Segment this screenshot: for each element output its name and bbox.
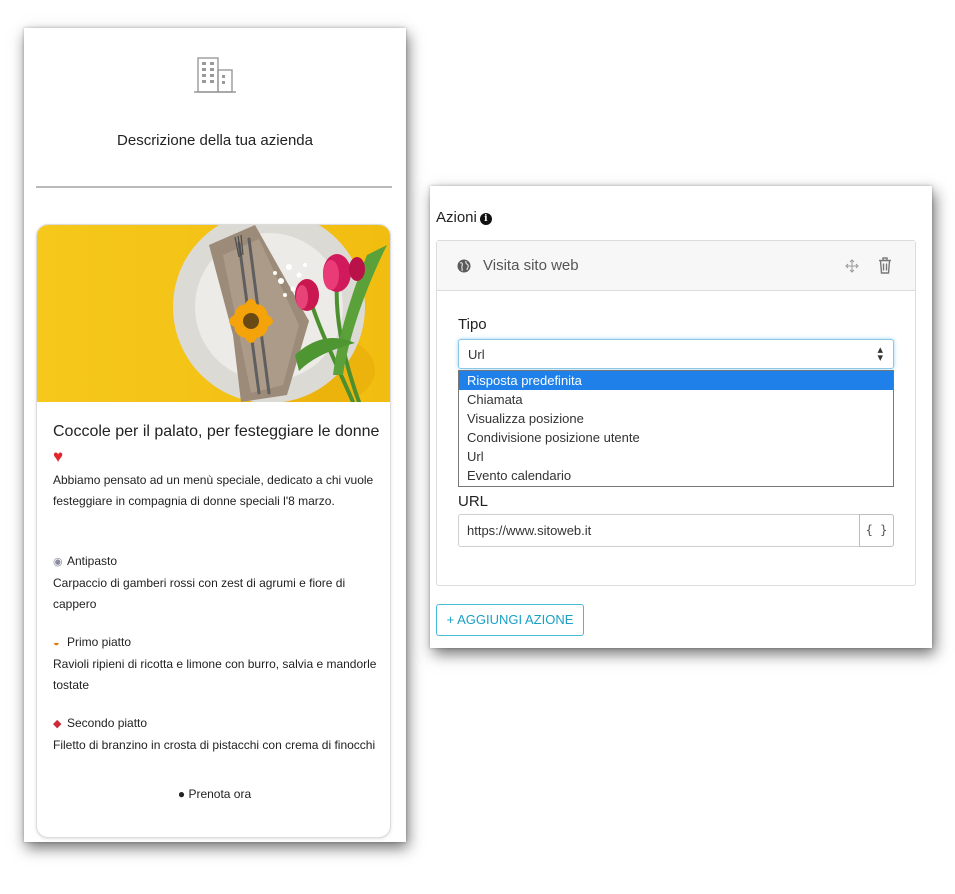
action-header[interactable]: Visita sito web bbox=[437, 241, 915, 291]
card-intro: Abbiamo pensato ad un menù speciale, ded… bbox=[53, 473, 374, 508]
course-antipasto: ◉ Antipasto Carpaccio di gamberi rossi co… bbox=[53, 551, 383, 615]
globe-icon: ● bbox=[177, 787, 186, 801]
book-now-label: Prenota ora bbox=[188, 787, 252, 801]
card-title: Coccole per il palato, per festeggiare l… bbox=[53, 419, 383, 470]
course-description: Filetto di branzino in crosta di pistacc… bbox=[53, 738, 376, 752]
url-label: URL bbox=[458, 493, 489, 510]
select-caret-icon: ▴ ▾ bbox=[877, 344, 883, 364]
variable-button[interactable]: { } bbox=[859, 514, 894, 547]
rich-card: Coccole per il palato, per festeggiare l… bbox=[36, 224, 391, 838]
course-primo: ◒ Primo piatto Ravioli ripieni di ricotta… bbox=[53, 632, 383, 696]
course-name: Antipasto bbox=[67, 554, 118, 568]
option-risposta-predefinita[interactable]: Risposta predefinita bbox=[459, 371, 893, 390]
type-select[interactable]: Url ▴ ▾ bbox=[458, 339, 894, 369]
building-icon bbox=[194, 57, 236, 93]
trash-icon[interactable] bbox=[878, 257, 892, 274]
add-action-button[interactable]: + AGGIUNGI AZIONE bbox=[436, 604, 584, 636]
card-title-text: Coccole per il palato, per festeggiare l… bbox=[53, 423, 380, 440]
course-name: Primo piatto bbox=[67, 635, 132, 649]
globe-icon bbox=[457, 259, 471, 273]
actions-title: Azioni i bbox=[436, 209, 492, 226]
type-dropdown-list: Risposta predefinita Chiamata Visualizza… bbox=[458, 370, 894, 487]
meat-icon: ◆ bbox=[53, 718, 62, 730]
company-description: Descrizione della tua azienda bbox=[117, 132, 313, 149]
course-description: Ravioli ripieni di ricotta e limone con … bbox=[53, 657, 377, 692]
type-select-value: Url bbox=[468, 347, 485, 362]
action-header-label: Visita sito web bbox=[483, 257, 579, 274]
course-description: Carpaccio di gamberi rossi con zest di a… bbox=[53, 576, 346, 611]
type-label: Tipo bbox=[458, 316, 487, 333]
pasta-icon: ◒ bbox=[53, 637, 60, 649]
book-now-button[interactable]: ● Prenota ora bbox=[37, 787, 390, 801]
info-icon[interactable]: i bbox=[479, 213, 492, 225]
url-input[interactable]: https://www.sitoweb.it bbox=[458, 514, 860, 547]
course-name: Secondo piatto bbox=[67, 716, 148, 730]
course-secondo: ◆ Secondo piatto Filetto di branzino in c… bbox=[53, 713, 383, 756]
option-visualizza-posizione[interactable]: Visualizza posizione bbox=[459, 409, 893, 428]
plate-icon: ◉ bbox=[53, 556, 63, 568]
actions-title-text: Azioni bbox=[436, 209, 477, 226]
option-evento-calendario[interactable]: Evento calendario bbox=[459, 466, 893, 485]
divider bbox=[36, 186, 392, 188]
card-image bbox=[37, 225, 390, 402]
option-condivisione-posizione-utente[interactable]: Condivisione posizione utente bbox=[459, 428, 893, 447]
option-chiamata[interactable]: Chiamata bbox=[459, 390, 893, 409]
move-icon[interactable] bbox=[844, 258, 860, 274]
heart-icon: ♥ bbox=[53, 447, 64, 466]
option-url[interactable]: Url bbox=[459, 447, 893, 466]
